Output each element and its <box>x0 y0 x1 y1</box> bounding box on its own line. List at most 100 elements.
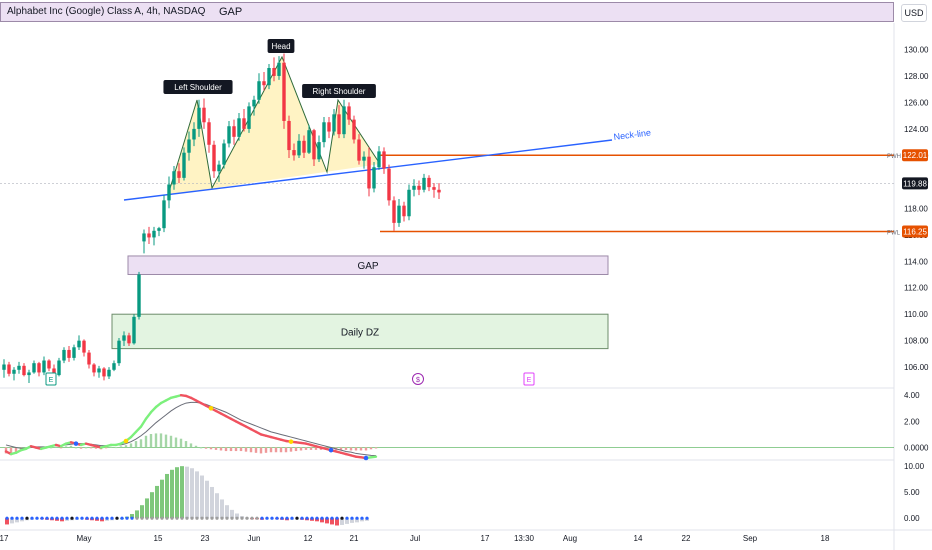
momentum-zero-dot <box>220 516 224 520</box>
candle[interactable] <box>397 199 401 227</box>
candle[interactable] <box>382 147 386 174</box>
earnings-marker-early-label: E <box>49 377 54 384</box>
candle[interactable] <box>117 338 121 366</box>
candle-body <box>342 106 346 135</box>
candle[interactable] <box>407 184 411 221</box>
candle[interactable] <box>432 183 436 198</box>
candle[interactable] <box>37 361 41 377</box>
candle[interactable] <box>97 365 101 378</box>
candle[interactable] <box>227 120 231 148</box>
momentum-zero-dot <box>360 516 364 520</box>
candle[interactable] <box>342 99 346 139</box>
candle[interactable] <box>162 195 166 233</box>
candle[interactable] <box>422 173 426 193</box>
oscillator-histogram-bar <box>344 447 348 450</box>
oscillator-histogram-bar <box>359 447 363 451</box>
oscillator-histogram-bar <box>134 441 138 448</box>
candle[interactable] <box>332 109 336 136</box>
candle[interactable] <box>7 361 11 377</box>
candle[interactable] <box>142 229 146 254</box>
candle[interactable] <box>147 226 151 245</box>
time-tick-label: 17 <box>0 534 9 543</box>
candle[interactable] <box>72 344 76 361</box>
candle[interactable] <box>112 360 116 372</box>
neckline-label: Neck-line <box>613 127 651 141</box>
oscillator-histogram-bar <box>184 441 188 448</box>
momentum-zero-dot <box>235 516 239 520</box>
candle[interactable] <box>232 119 236 145</box>
candle[interactable] <box>132 314 136 345</box>
momentum-bar <box>175 467 179 519</box>
candle[interactable] <box>242 109 246 132</box>
candle[interactable] <box>12 367 16 381</box>
candle[interactable] <box>282 53 286 129</box>
candle-body <box>257 81 261 100</box>
candle[interactable] <box>377 146 381 170</box>
candle[interactable] <box>157 226 161 237</box>
price-axis-badge-text: 116.25 <box>903 227 927 236</box>
candle[interactable] <box>42 356 46 376</box>
candle[interactable] <box>102 367 106 381</box>
candle[interactable] <box>62 347 66 364</box>
candle[interactable] <box>77 335 81 350</box>
candle[interactable] <box>212 140 216 178</box>
oscillator-fast-line-segment <box>369 455 378 459</box>
candle[interactable] <box>137 271 141 320</box>
momentum-zero-dot <box>225 516 229 520</box>
candle[interactable] <box>417 180 421 196</box>
candle-body <box>237 118 241 137</box>
candle-body <box>2 364 6 370</box>
candle[interactable] <box>257 73 261 104</box>
candle[interactable] <box>2 359 6 378</box>
candle[interactable] <box>372 161 376 193</box>
candle[interactable] <box>22 363 26 377</box>
candle[interactable] <box>107 367 111 380</box>
price-tick-label: 130.00 <box>904 45 929 54</box>
momentum-zero-dot <box>270 516 274 520</box>
candle[interactable] <box>322 116 326 148</box>
currency-selector[interactable]: USD <box>901 4 927 22</box>
momentum-zero-dot <box>160 516 164 520</box>
candle-body <box>202 107 206 123</box>
candle[interactable] <box>92 363 96 377</box>
candle[interactable] <box>327 116 331 139</box>
candle[interactable] <box>57 357 61 377</box>
candle[interactable] <box>207 118 211 153</box>
candle[interactable] <box>247 102 251 133</box>
oscillator-histogram-bar <box>234 447 238 452</box>
oscillator-histogram-bar <box>354 447 358 451</box>
candle[interactable] <box>27 369 31 384</box>
candle-body <box>212 144 216 172</box>
candle[interactable] <box>67 345 71 362</box>
candle[interactable] <box>17 361 21 374</box>
candle[interactable] <box>167 176 171 209</box>
candle[interactable] <box>427 175 431 192</box>
candle-body <box>102 368 106 377</box>
candle[interactable] <box>437 183 441 200</box>
momentum-bar <box>215 493 219 519</box>
candle-body <box>367 156 371 189</box>
candle-body <box>287 120 291 151</box>
candle[interactable] <box>87 349 91 369</box>
candle-body <box>12 369 16 374</box>
candle[interactable] <box>82 339 86 357</box>
candle-body <box>412 185 416 190</box>
time-tick-label: 17 <box>481 534 490 543</box>
candle[interactable] <box>222 139 226 169</box>
oscillator-histogram-bar <box>129 443 133 448</box>
candle[interactable] <box>47 359 51 372</box>
candle[interactable] <box>202 98 206 129</box>
candle[interactable] <box>317 135 321 162</box>
candle[interactable] <box>237 113 241 141</box>
candle[interactable] <box>402 201 406 222</box>
oscillator-histogram-bar <box>189 443 193 448</box>
chart-canvas[interactable]: GAP Daily DZ Left Shoulder Head Right Shoul… <box>0 0 932 550</box>
candle[interactable] <box>412 179 416 197</box>
level-tag: PWH <box>887 154 901 160</box>
candle[interactable] <box>152 226 156 246</box>
time-tick-label: 14 <box>634 534 643 543</box>
candle[interactable] <box>387 164 391 206</box>
candle[interactable] <box>32 360 36 374</box>
candle[interactable] <box>352 115 356 144</box>
candle[interactable] <box>392 196 396 231</box>
